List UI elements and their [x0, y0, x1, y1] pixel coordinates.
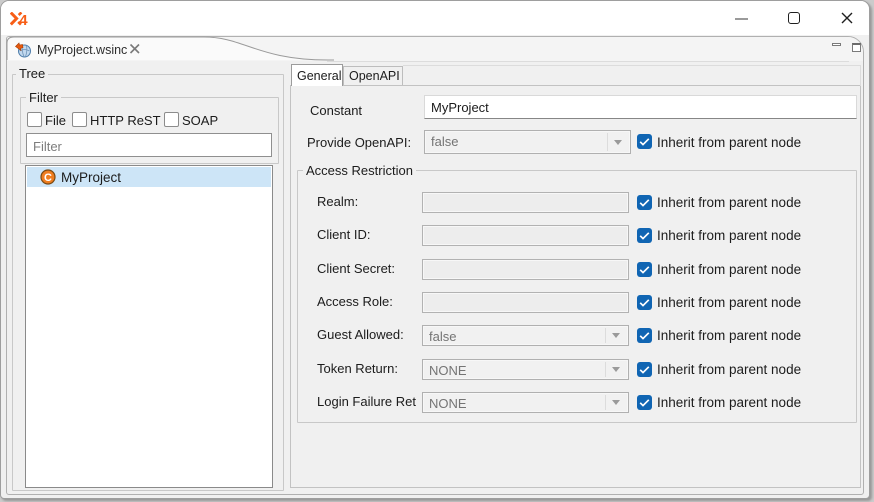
svg-text:C: C: [44, 172, 52, 184]
svg-text:4: 4: [19, 12, 28, 26]
